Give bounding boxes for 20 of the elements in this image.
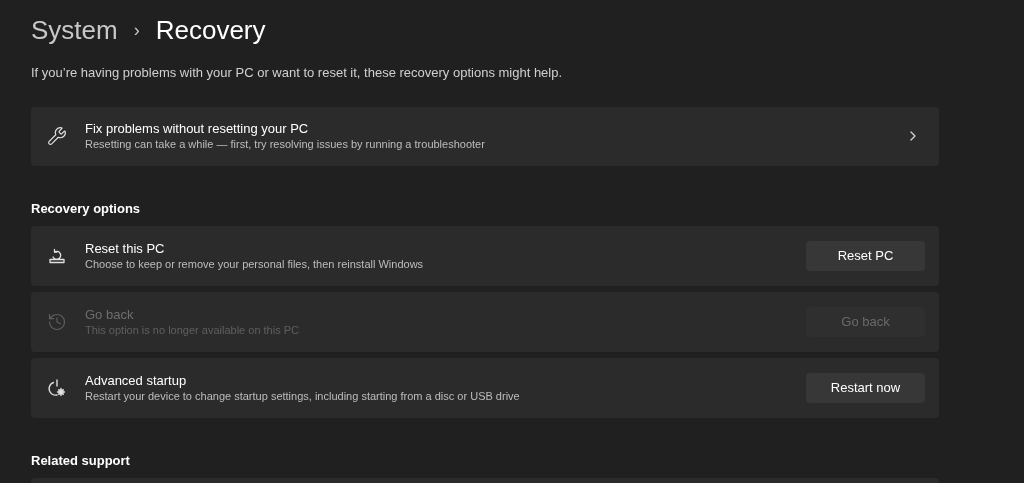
fix-problems-card[interactable]: Fix problems without resetting your PC Resetting can take a while — first, try resolving issues by running a troubleshooter: [31, 106, 939, 166]
power-gear-icon: [47, 378, 67, 398]
breadcrumb-parent[interactable]: System: [31, 10, 118, 50]
card-subtitle: Resetting can take a while — first, try resolving issues by running a troubleshooter: [85, 137, 486, 152]
section-heading: Related support: [31, 452, 131, 470]
option-title: Advanced startup: [85, 372, 188, 389]
option-title: Reset this PC: [85, 240, 166, 257]
option-subtitle: Restart your device to change startup settings, including starting from a disc or USB drive: [85, 389, 521, 404]
reset-icon: [47, 246, 67, 266]
option-title: Go back: [85, 306, 135, 323]
option-button[interactable]: Reset PC: [806, 241, 925, 271]
page-title: Recovery: [155, 13, 266, 47]
wrench-icon: [47, 126, 67, 146]
history-icon: [47, 312, 67, 332]
page-description: If you’re having problems with your PC or want to reset it, these recovery options might help.: [31, 64, 564, 82]
section-heading: Recovery options: [31, 199, 142, 218]
breadcrumb-separator: ›: [132, 18, 141, 42]
option-subtitle: Choose to keep or remove your personal files, then reinstall Windows: [85, 257, 425, 272]
card-title: Fix problems without resetting your PC: [85, 120, 310, 137]
option-button[interactable]: Restart now: [806, 373, 925, 403]
